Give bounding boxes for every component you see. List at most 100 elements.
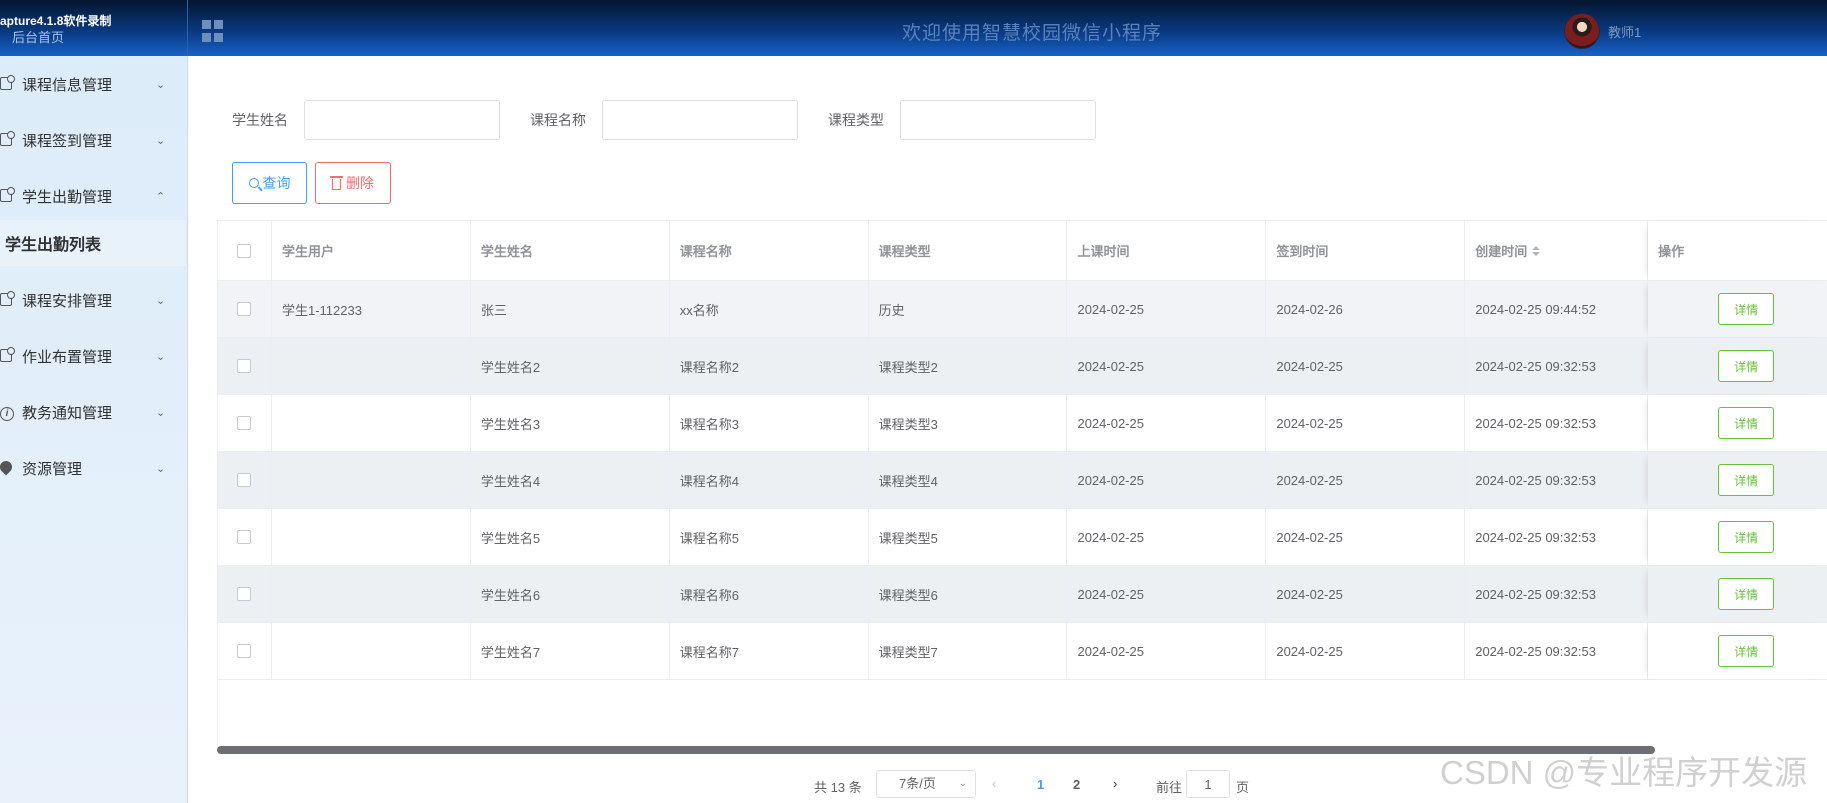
- detail-button[interactable]: 详情: [1718, 578, 1775, 610]
- detail-button[interactable]: 详情: [1718, 521, 1775, 553]
- search-button[interactable]: 查询: [232, 162, 307, 204]
- action-cell: 详情: [1648, 281, 1827, 337]
- table-cell-created: 2024-02-25 09:44:52: [1465, 281, 1649, 337]
- student-name-input[interactable]: [304, 100, 500, 140]
- sidebar-item-schedule[interactable]: 课程安排管理 ⌄: [0, 272, 186, 328]
- course-name-input[interactable]: [602, 100, 798, 140]
- column-header-label: 创建时间: [1475, 244, 1528, 259]
- table-cell-type: 课程类型6: [869, 566, 1068, 622]
- trash-icon: [330, 176, 343, 190]
- table-cell-user: [272, 509, 471, 565]
- table-cell-created: 2024-02-25 09:32:53: [1465, 338, 1649, 394]
- user-name[interactable]: 教师1: [1608, 22, 1641, 41]
- table-row[interactable]: 学生姓名6 课程名称6 课程类型6 2024-02-25 2024-02-25 2024-…: [218, 566, 1827, 623]
- column-header: 上课时间: [1067, 221, 1267, 280]
- table-cell-class-time: 2024-02-25: [1067, 566, 1267, 622]
- page-size-value: 7条/页: [899, 776, 936, 791]
- page-size-select[interactable]: 7条/页 ⌄: [876, 770, 976, 798]
- table-row[interactable]: 学生姓名3 课程名称3 课程类型3 2024-02-25 2024-02-25 2024-…: [218, 395, 1827, 452]
- row-select-cell: [218, 281, 272, 337]
- table-row[interactable]: 学生姓名5 课程名称5 课程类型5 2024-02-25 2024-02-25 2024-…: [218, 509, 1827, 566]
- table-row[interactable]: 学生姓名2 课程名称2 课程类型2 2024-02-25 2024-02-25 2024-…: [218, 338, 1827, 395]
- chevron-down-icon: ⌄: [156, 78, 166, 91]
- delete-button-label: 删除: [346, 175, 374, 191]
- doc-icon: [0, 291, 15, 307]
- detail-button[interactable]: 详情: [1718, 464, 1775, 496]
- table-cell-name: 学生姓名5: [471, 509, 670, 565]
- table-cell-class-time: 2024-02-25: [1067, 395, 1267, 451]
- table-cell-sign-time: 2024-02-25: [1266, 509, 1466, 565]
- table-row[interactable]: 学生姓名4 课程名称4 课程类型4 2024-02-25 2024-02-25 2024-…: [218, 452, 1827, 509]
- table-cell-name: 学生姓名4: [471, 452, 670, 508]
- table-cell-name: 张三: [471, 281, 670, 337]
- table-cell-created: 2024-02-25 09:32:53: [1465, 623, 1649, 679]
- sidebar-subitem-attendance-list[interactable]: 学生出勤列表: [0, 220, 186, 266]
- course-type-input[interactable]: [900, 100, 1096, 140]
- table-row[interactable]: 学生1-112233 张三 xx名称 历史 2024-02-25 2024-02-26 20…: [218, 281, 1827, 338]
- sidebar-item-resources[interactable]: 资源管理 ⌄: [0, 440, 186, 496]
- delete-button[interactable]: 删除: [315, 162, 391, 204]
- prev-page-icon[interactable]: ‹: [992, 776, 996, 791]
- row-checkbox[interactable]: [237, 644, 252, 658]
- row-select-cell: [218, 566, 272, 622]
- table-cell-class-time: 2024-02-25: [1067, 452, 1267, 508]
- sidebar-item-notice[interactable]: i 教务通知管理 ⌄: [0, 384, 186, 440]
- user-menu[interactable]: 教师1: [1564, 13, 1641, 49]
- page-number-2[interactable]: 2: [1073, 777, 1080, 792]
- sort-icon[interactable]: [1532, 245, 1541, 256]
- top-header: apture4.1.8软件录制 后台首页 欢迎使用智慧校园微信小程序 教师1: [0, 0, 1827, 56]
- avatar[interactable]: [1564, 13, 1600, 49]
- column-header: 操作: [1648, 221, 1827, 280]
- detail-button[interactable]: 详情: [1718, 635, 1775, 667]
- doc-icon: [0, 187, 15, 203]
- chevron-down-icon: ⌄: [156, 134, 166, 147]
- row-checkbox[interactable]: [237, 416, 252, 430]
- menu-grid-icon[interactable]: [202, 20, 224, 42]
- goto-page-input[interactable]: [1186, 770, 1230, 798]
- sidebar-item-homework[interactable]: 作业布置管理 ⌄: [0, 328, 186, 384]
- attendance-table: 学生用户 学生姓名 课程名称 课程类型 上课时间 签到时间 创建时间 操作 学生…: [217, 220, 1827, 748]
- table-row[interactable]: 学生姓名7 课程名称7 课程类型7 2024-02-25 2024-02-25 2024-…: [218, 623, 1827, 680]
- course-name-label: 课程名称: [530, 112, 586, 128]
- row-checkbox[interactable]: [237, 473, 252, 487]
- action-cell: 详情: [1648, 452, 1827, 508]
- sidebar-item-label: 学生出勤管理: [22, 188, 113, 206]
- home-link[interactable]: 后台首页: [12, 27, 64, 46]
- table-cell-sign-time: 2024-02-26: [1266, 281, 1466, 337]
- info-icon: i: [0, 405, 14, 421]
- table-cell-course: 课程名称3: [670, 395, 869, 451]
- page-number-1[interactable]: 1: [1037, 777, 1044, 792]
- detail-button[interactable]: 详情: [1718, 293, 1775, 325]
- select-all-checkbox[interactable]: [237, 243, 252, 258]
- row-checkbox[interactable]: [237, 302, 252, 316]
- page-suffix: 页: [1236, 780, 1250, 795]
- table-cell-created: 2024-02-25 09:32:53: [1465, 452, 1649, 508]
- sidebar-item-label: 教务通知管理: [22, 404, 113, 422]
- chevron-down-icon: ⌄: [156, 350, 166, 363]
- created-time-header[interactable]: 创建时间: [1465, 221, 1649, 280]
- chevron-down-icon: ⌄: [156, 406, 166, 419]
- action-cell: 详情: [1648, 395, 1827, 451]
- course-type-label: 课程类型: [828, 112, 884, 128]
- table-cell-class-time: 2024-02-25: [1067, 281, 1267, 337]
- next-page-icon[interactable]: ›: [1113, 776, 1117, 791]
- row-checkbox[interactable]: [237, 530, 252, 544]
- table-cell-sign-time: 2024-02-25: [1266, 623, 1466, 679]
- row-checkbox[interactable]: [237, 359, 252, 373]
- total-count: 共 13 条: [814, 780, 862, 795]
- row-select-cell: [218, 338, 272, 394]
- sidebar-item-attendance[interactable]: 学生出勤管理 ⌃: [0, 168, 186, 224]
- sidebar-item-label: 课程签到管理: [22, 132, 113, 150]
- detail-button[interactable]: 详情: [1718, 407, 1775, 439]
- detail-button[interactable]: 详情: [1718, 350, 1775, 382]
- sidebar-item-course-info[interactable]: 课程信息管理 ⌄: [0, 56, 186, 112]
- sidebar-item-course-signin[interactable]: 课程签到管理 ⌄: [0, 112, 186, 168]
- sidebar-item-label: 资源管理: [22, 460, 83, 478]
- row-checkbox[interactable]: [237, 587, 252, 601]
- action-cell: 详情: [1648, 509, 1827, 565]
- column-header: 学生用户: [272, 221, 471, 280]
- sidebar: 课程信息管理 ⌄ 课程签到管理 ⌄ 学生出勤管理 ⌃ 学生出勤列表 课程安排管理…: [0, 56, 188, 803]
- table-cell-class-time: 2024-02-25: [1067, 623, 1267, 679]
- horizontal-scrollbar[interactable]: [217, 746, 1655, 754]
- chevron-down-icon: ⌄: [156, 294, 166, 307]
